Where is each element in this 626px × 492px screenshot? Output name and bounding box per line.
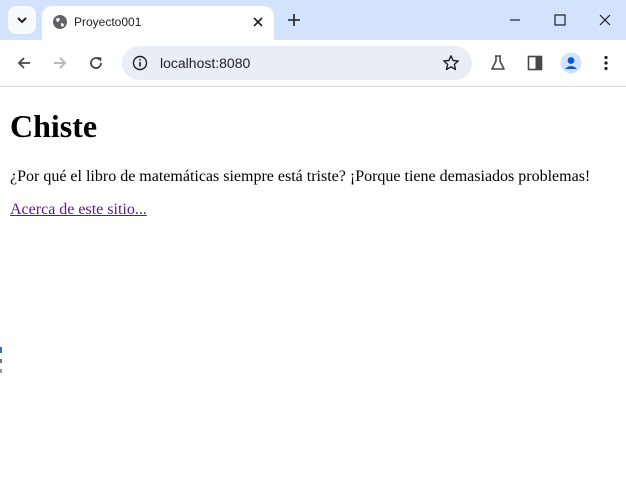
maximize-button[interactable] — [546, 6, 574, 34]
close-icon — [599, 14, 611, 26]
chevron-down-icon — [17, 17, 27, 24]
page-title: Chiste — [10, 108, 98, 144]
tab-title: Proyecto001 — [74, 15, 142, 29]
side-panel-icon — [527, 55, 543, 71]
back-button[interactable] — [12, 51, 36, 75]
maximize-icon — [554, 14, 566, 26]
profile-button[interactable] — [559, 51, 583, 75]
address-bar[interactable]: localhost:8080 — [122, 46, 472, 80]
close-window-button[interactable] — [591, 6, 619, 34]
side-panel-button[interactable] — [523, 51, 547, 75]
window-edge-mark — [0, 347, 2, 373]
forward-arrow-icon — [54, 57, 67, 69]
reload-button[interactable] — [84, 51, 108, 75]
minimize-button[interactable] — [501, 6, 529, 34]
close-icon[interactable] — [250, 14, 266, 30]
page-content: Chiste ¿Por qué el libro de matemáticas … — [0, 87, 626, 492]
url-text[interactable]: localhost:8080 — [160, 55, 250, 71]
minimize-icon — [510, 19, 520, 21]
browser-window: Proyecto001 localhost:8080 Chiste ¿Por q… — [0, 0, 626, 492]
forward-button[interactable] — [48, 51, 72, 75]
tab-proyecto001[interactable]: Proyecto001 — [42, 6, 274, 40]
menu-button[interactable] — [594, 51, 618, 75]
reload-icon — [90, 57, 102, 69]
labs-button[interactable] — [486, 51, 510, 75]
plus-icon[interactable] — [284, 10, 304, 30]
profile-icon — [560, 52, 582, 74]
kebab-menu-icon — [604, 55, 608, 71]
globe-icon — [53, 15, 67, 29]
star-icon[interactable] — [442, 54, 460, 72]
back-arrow-icon — [17, 57, 30, 69]
flask-icon — [491, 55, 505, 70]
about-link[interactable]: Acerca de este sitio... — [10, 200, 147, 220]
joke-text: ¿Por qué el libro de matemáticas siempre… — [10, 168, 591, 185]
tab-strip: Proyecto001 — [0, 0, 626, 40]
browser-toolbar: localhost:8080 — [0, 40, 626, 87]
info-icon[interactable] — [132, 55, 148, 71]
tab-search-button[interactable] — [8, 6, 36, 34]
